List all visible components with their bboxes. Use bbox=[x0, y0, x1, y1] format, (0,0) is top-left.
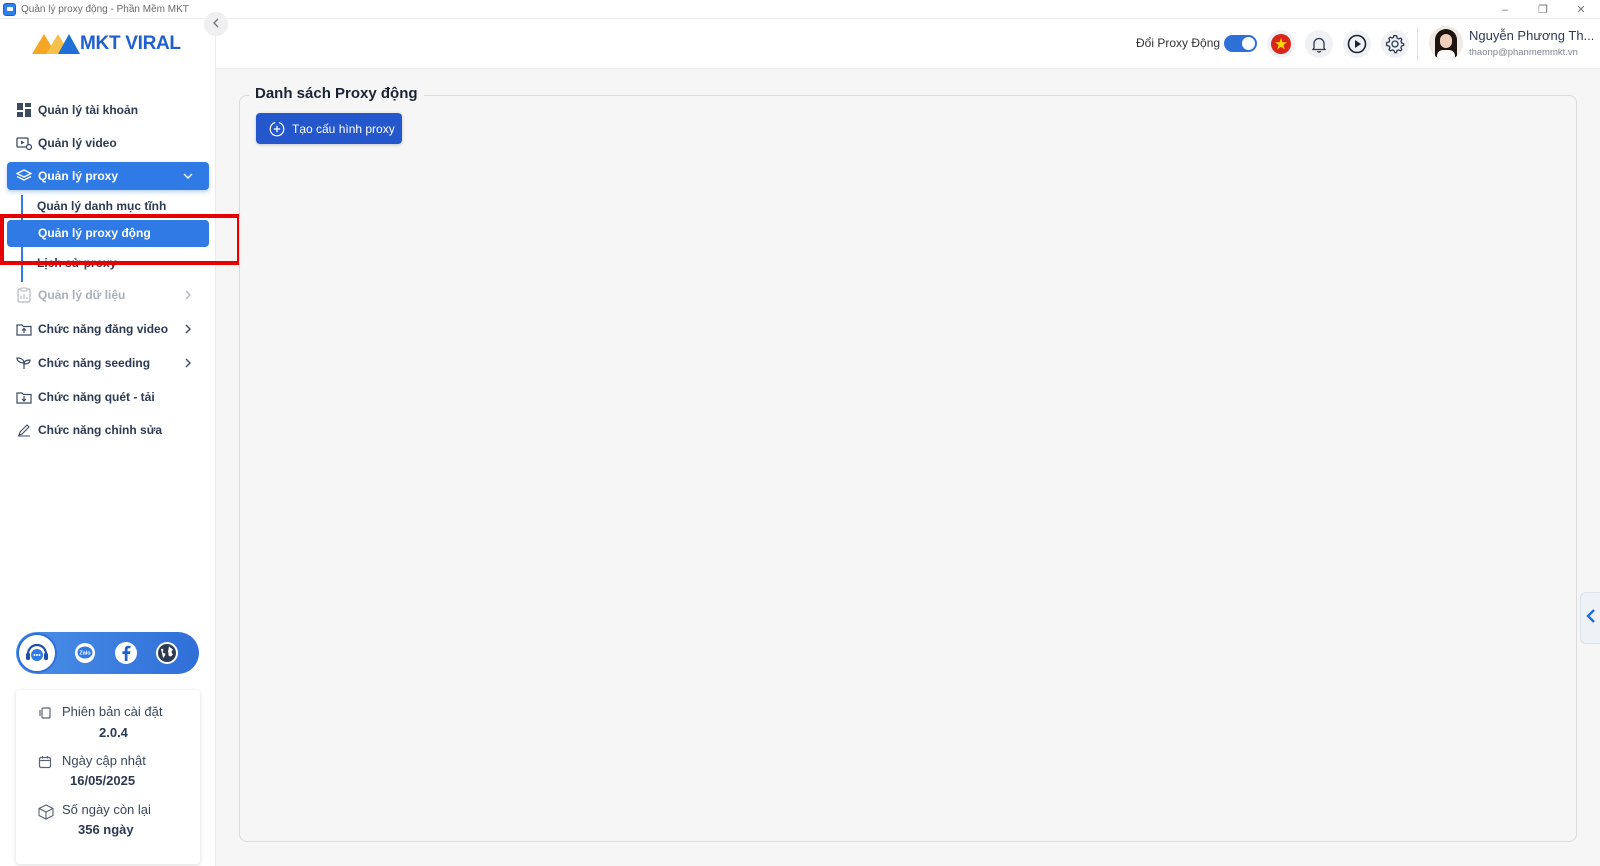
sidebar-item-accounts[interactable]: Quản lý tài khoản bbox=[7, 96, 209, 124]
facebook-icon[interactable] bbox=[113, 640, 139, 666]
license-info-card: Phiên bản cài đặt 2.0.4 Ngày cập nhật 16… bbox=[16, 690, 200, 864]
window-title: Quản lý proxy động - Phần Mềm MKT bbox=[21, 3, 189, 15]
gear-icon bbox=[1385, 34, 1405, 54]
calendar-icon bbox=[38, 755, 52, 769]
globe-icon[interactable] bbox=[154, 640, 180, 666]
bell-icon bbox=[1311, 37, 1327, 53]
notifications-button[interactable] bbox=[1305, 30, 1333, 58]
chevron-left-icon bbox=[213, 17, 219, 31]
panel-title: Danh sách Proxy động bbox=[249, 85, 424, 102]
sidebar-item-label: Chức năng chỉnh sửa bbox=[38, 423, 163, 437]
chevron-right-icon bbox=[181, 288, 195, 302]
vietnam-flag-icon bbox=[1271, 34, 1291, 54]
sidebar-item-videos[interactable]: Quản lý video bbox=[7, 129, 209, 157]
proxy-toggle-switch[interactable] bbox=[1224, 35, 1257, 52]
layers-icon bbox=[16, 168, 32, 184]
svg-text:Zalo: Zalo bbox=[79, 651, 91, 657]
sidebar-item-label: Quản lý video bbox=[38, 136, 117, 150]
video-settings-icon bbox=[16, 135, 32, 151]
sidebar-item-label: Quản lý proxy bbox=[38, 169, 119, 183]
dynamic-proxy-list-panel bbox=[239, 95, 1577, 842]
play-circle-icon bbox=[1347, 34, 1367, 54]
chevron-left-icon bbox=[1585, 608, 1596, 629]
highlight-annotation bbox=[0, 214, 241, 265]
sidebar-item-label: Chức năng đăng video bbox=[38, 322, 169, 336]
box-icon bbox=[38, 804, 54, 820]
support-chat-icon[interactable] bbox=[17, 633, 57, 673]
chevron-right-icon bbox=[181, 322, 195, 336]
window-titlebar: Quản lý proxy động - Phần Mềm MKT – ❐ ✕ bbox=[0, 0, 1600, 19]
version-icon bbox=[38, 706, 52, 720]
update-value: 16/05/2025 bbox=[70, 773, 136, 788]
language-vietnam-button[interactable] bbox=[1267, 30, 1295, 58]
plus-circle-icon bbox=[269, 121, 285, 137]
days-value: 356 ngày bbox=[78, 822, 134, 837]
version-label: Phiên bản cài đặt bbox=[62, 704, 163, 719]
update-label: Ngày cập nhật bbox=[62, 753, 146, 768]
clipboard-icon bbox=[16, 287, 32, 303]
version-value: 2.0.4 bbox=[99, 725, 128, 740]
days-label: Số ngày còn lại bbox=[62, 802, 151, 817]
zalo-icon[interactable]: Zalo bbox=[72, 640, 98, 666]
sidebar-item-data[interactable]: Quản lý dữ liệu bbox=[7, 281, 209, 309]
user-name[interactable]: Nguyễn Phương Th... bbox=[1469, 28, 1594, 43]
chevron-right-icon bbox=[181, 356, 195, 370]
right-drawer-toggle[interactable] bbox=[1580, 592, 1600, 644]
app-icon bbox=[3, 2, 16, 16]
minimize-icon[interactable]: – bbox=[1486, 0, 1524, 19]
create-proxy-config-button[interactable]: Tạo cấu hình proxy bbox=[256, 113, 402, 144]
download-folder-icon bbox=[16, 389, 32, 405]
sidebar-item-label: Quản lý dữ liệu bbox=[38, 288, 126, 302]
logo-mark-icon bbox=[32, 34, 80, 54]
proxy-toggle-label: Đổi Proxy Động bbox=[1136, 36, 1221, 50]
logo[interactable]: MKT VIRAL bbox=[32, 33, 181, 55]
tutorial-play-button[interactable] bbox=[1343, 30, 1371, 58]
sidebar: MKT VIRAL Quản lý tài khoản Quản lý vide… bbox=[0, 19, 216, 866]
sprout-icon bbox=[16, 355, 32, 371]
create-button-label: Tạo cấu hình proxy bbox=[292, 121, 395, 136]
grid-icon bbox=[16, 102, 32, 118]
sidebar-item-label: Quản lý tài khoản bbox=[38, 103, 139, 117]
close-icon[interactable]: ✕ bbox=[1562, 0, 1600, 19]
sidebar-item-seeding[interactable]: Chức năng seeding bbox=[7, 349, 209, 377]
top-header: Đổi Proxy Động Nguyễn Phương Th... thaon… bbox=[216, 19, 1600, 69]
logo-text: MKT VIRAL bbox=[80, 33, 181, 54]
sidebar-collapse-button[interactable] bbox=[204, 12, 228, 36]
social-links-bar: Zalo bbox=[16, 632, 199, 674]
sidebar-item-label: Chức năng seeding bbox=[38, 356, 151, 370]
sidebar-item-proxy[interactable]: Quản lý proxy bbox=[7, 162, 209, 190]
upload-folder-icon bbox=[16, 321, 32, 337]
sidebar-item-edit[interactable]: Chức năng chỉnh sửa bbox=[7, 416, 209, 444]
sidebar-item-scan-download[interactable]: Chức năng quét - tải bbox=[7, 383, 209, 411]
window-controls: – ❐ ✕ bbox=[1486, 0, 1600, 19]
user-avatar[interactable] bbox=[1429, 26, 1463, 60]
header-divider bbox=[1417, 27, 1418, 61]
sidebar-subitem-static-list[interactable]: Quản lý danh mục tĩnh bbox=[37, 197, 166, 215]
sidebar-item-label: Chức năng quét - tải bbox=[38, 390, 155, 404]
pencil-icon bbox=[16, 422, 32, 438]
chevron-down-icon bbox=[181, 169, 195, 183]
restore-icon[interactable]: ❐ bbox=[1524, 0, 1562, 19]
user-email: thaonp@phanmemmkt.vn bbox=[1469, 47, 1578, 58]
sidebar-item-post-video[interactable]: Chức năng đăng video bbox=[7, 315, 209, 343]
settings-button[interactable] bbox=[1381, 30, 1409, 58]
